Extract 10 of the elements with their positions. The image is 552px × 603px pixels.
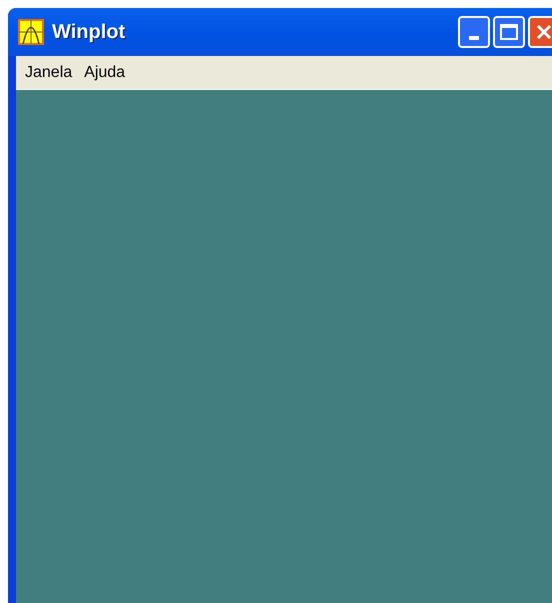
menu-item[interactable]: Ajuda — [79, 60, 130, 84]
graph-icon — [18, 19, 44, 45]
maximize-button[interactable] — [493, 16, 525, 48]
minimize-button[interactable] — [458, 16, 490, 48]
close-button[interactable] — [528, 16, 552, 48]
menu-item[interactable]: Janela — [20, 60, 78, 84]
close-icon — [536, 24, 552, 40]
minimize-icon — [469, 36, 479, 40]
window-title: Winplot — [52, 20, 126, 45]
maximize-icon — [500, 24, 518, 40]
